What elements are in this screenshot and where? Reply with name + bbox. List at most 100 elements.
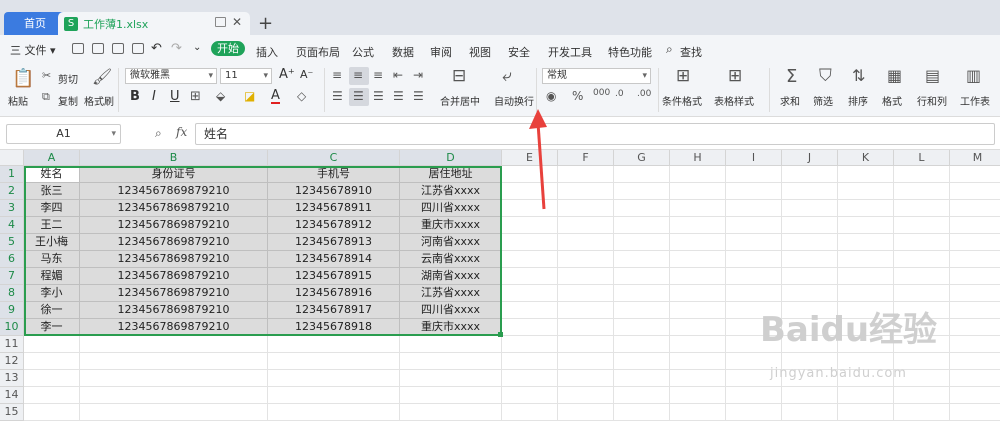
cell-K3[interactable] (838, 200, 894, 217)
cell-C8[interactable]: 12345678916 (268, 285, 400, 302)
cell-G1[interactable] (614, 166, 670, 183)
column-header-A[interactable]: A (24, 150, 80, 166)
row-header-4[interactable]: 4 (0, 217, 24, 234)
cell-D11[interactable] (400, 336, 502, 353)
cell-K7[interactable] (838, 268, 894, 285)
cell-D6[interactable]: 云南省xxxx (400, 251, 502, 268)
redo-icon[interactable]: ↷ (171, 41, 182, 56)
cell-L5[interactable] (894, 234, 950, 251)
cut-button[interactable]: 剪切 (58, 71, 78, 86)
cell-F7[interactable] (558, 268, 614, 285)
align-middle-icon[interactable]: ≡ (353, 68, 363, 82)
row-header-12[interactable]: 12 (0, 353, 24, 370)
cell-D14[interactable] (400, 387, 502, 404)
cell-I15[interactable] (726, 404, 782, 421)
cell-E11[interactable] (502, 336, 558, 353)
cell-B1[interactable]: 身份证号 (80, 166, 268, 183)
cell-M1[interactable] (950, 166, 1000, 183)
row-header-5[interactable]: 5 (0, 234, 24, 251)
cell-B15[interactable] (80, 404, 268, 421)
cell-E14[interactable] (502, 387, 558, 404)
cell-D7[interactable]: 湖南省xxxx (400, 268, 502, 285)
fill-color-icon[interactable]: ⬙ (216, 89, 225, 103)
column-header-D[interactable]: D (400, 150, 502, 166)
file-menu[interactable]: 三 文件 ▾ (10, 42, 56, 58)
cell-B9[interactable]: 1234567869879210 (80, 302, 268, 319)
cell-A13[interactable] (24, 370, 80, 387)
cell-B13[interactable] (80, 370, 268, 387)
row-header-3[interactable]: 3 (0, 200, 24, 217)
cell-A11[interactable] (24, 336, 80, 353)
cell-C14[interactable] (268, 387, 400, 404)
cell-C1[interactable]: 手机号 (268, 166, 400, 183)
cell-E10[interactable] (502, 319, 558, 336)
sum-button[interactable]: 求和 (780, 93, 800, 108)
cell-A5[interactable]: 王小梅 (24, 234, 80, 251)
new-tab-button[interactable]: + (258, 13, 273, 34)
copy-icon[interactable]: ⧉ (42, 90, 50, 104)
cell-B12[interactable] (80, 353, 268, 370)
conditional-format-icon[interactable]: ⊞ (676, 66, 690, 86)
align-center-icon[interactable]: ☰ (353, 89, 364, 103)
align-right-icon[interactable]: ☰ (373, 89, 384, 103)
cell-L1[interactable] (894, 166, 950, 183)
worksheet-icon[interactable]: ▥ (966, 66, 981, 85)
cell-J15[interactable] (782, 404, 838, 421)
sort-icon[interactable]: ⇅ (852, 66, 865, 85)
name-box[interactable]: A1 (6, 124, 121, 144)
cell-F10[interactable] (558, 319, 614, 336)
cell-B2[interactable]: 1234567869879210 (80, 183, 268, 200)
cell-A14[interactable] (24, 387, 80, 404)
cell-M4[interactable] (950, 217, 1000, 234)
align-bottom-icon[interactable]: ≡ (373, 68, 383, 82)
row-header-11[interactable]: 11 (0, 336, 24, 353)
cell-H6[interactable] (670, 251, 726, 268)
cell-G4[interactable] (614, 217, 670, 234)
export-icon[interactable] (92, 43, 104, 54)
cell-J7[interactable] (782, 268, 838, 285)
cell-G6[interactable] (614, 251, 670, 268)
font-size-select[interactable]: 11 (220, 68, 272, 84)
cell-A1[interactable]: 姓名 (24, 166, 80, 183)
save-icon[interactable] (72, 43, 84, 54)
zoom-search-icon[interactable]: ⌕ (155, 126, 162, 141)
cell-H14[interactable] (670, 387, 726, 404)
format-icon[interactable]: ▦ (887, 66, 902, 85)
cell-G5[interactable] (614, 234, 670, 251)
cell-H15[interactable] (670, 404, 726, 421)
cell-I3[interactable] (726, 200, 782, 217)
column-header-K[interactable]: K (838, 150, 894, 166)
cell-A10[interactable]: 李一 (24, 319, 80, 336)
clear-format-icon[interactable]: ◇ (297, 89, 306, 103)
cell-H4[interactable] (670, 217, 726, 234)
cell-B3[interactable]: 1234567869879210 (80, 200, 268, 217)
increase-font-icon[interactable]: A⁺ (279, 67, 295, 82)
select-all-corner[interactable] (0, 150, 24, 166)
cell-G15[interactable] (614, 404, 670, 421)
cell-A6[interactable]: 马东 (24, 251, 80, 268)
cell-H8[interactable] (670, 285, 726, 302)
cell-G8[interactable] (614, 285, 670, 302)
cell-M15[interactable] (950, 404, 1000, 421)
cell-A2[interactable]: 张三 (24, 183, 80, 200)
cell-F2[interactable] (558, 183, 614, 200)
tab-developer[interactable]: 开发工具 (548, 44, 592, 60)
tab-home[interactable]: 首页 (4, 12, 66, 35)
cell-H12[interactable] (670, 353, 726, 370)
cell-E13[interactable] (502, 370, 558, 387)
cell-E15[interactable] (502, 404, 558, 421)
decrease-font-icon[interactable]: A⁻ (300, 68, 313, 81)
print-preview-icon[interactable] (132, 43, 144, 54)
row-header-8[interactable]: 8 (0, 285, 24, 302)
cell-K6[interactable] (838, 251, 894, 268)
column-header-J[interactable]: J (782, 150, 838, 166)
cell-C13[interactable] (268, 370, 400, 387)
cell-F14[interactable] (558, 387, 614, 404)
cut-icon[interactable]: ✂ (42, 69, 51, 82)
cell-A12[interactable] (24, 353, 80, 370)
cell-B7[interactable]: 1234567869879210 (80, 268, 268, 285)
window-restore-icon[interactable] (215, 17, 226, 27)
cell-A4[interactable]: 王二 (24, 217, 80, 234)
cell-J4[interactable] (782, 217, 838, 234)
tab-insert[interactable]: 插入 (256, 44, 278, 60)
